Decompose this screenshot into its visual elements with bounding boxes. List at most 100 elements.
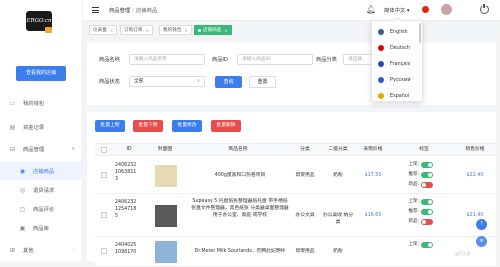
language-option[interactable]: Русский [378,75,411,85]
batch-list-button[interactable]: 批量上架 [95,120,125,132]
active-dot-icon [198,28,201,32]
cell-subcategory: 办公桌收 纳分类 [322,212,354,225]
menu-toggle-icon[interactable] [92,7,99,13]
bell-icon[interactable]: 🔔︎ [366,5,376,15]
batch-delete-button[interactable]: 批量删除 [211,120,241,132]
language-option-label: Français [390,61,411,67]
comment-icon: ▢ [19,205,26,213]
status-select[interactable]: 全部 ∨ [129,76,205,87]
help-button[interactable]: ? [476,219,487,230]
query-button[interactable]: 查询 [215,76,242,88]
filter-panel: 商品名称 请输入商品名称 商品ID 请输入商品ID 商品分类 请选择 商品状态 … [87,43,496,105]
cell-sale-price: $21.40 [466,212,484,218]
sidebar-item-label: 商品库 [33,226,49,232]
batch-edit-button[interactable]: 批量修改 [172,120,202,132]
view-my-shop-button[interactable]: 查看我的店铺 [16,66,66,81]
sidebar-item-0[interactable]: ▭ 我的钱包 [0,94,83,112]
sidebar-item-label: 资金记录 [23,125,45,131]
wallet-icon: ▭ [9,99,16,107]
sidebar-item-3[interactable]: ◉ 店铺商品 [0,162,83,180]
tag-toggle[interactable] [421,171,433,178]
watermark: @IT之家 [455,251,471,256]
tag-toggle[interactable] [421,198,433,205]
flag-icon [378,61,384,67]
tab-label: 仪表盘 [93,28,107,33]
tag-label: 新品: [408,182,419,187]
table-row[interactable]: 2404025 1098170 Dr.Meter Milk Sourlands、奈… [95,237,496,267]
sidebar-item-label: 店铺商品 [33,169,55,175]
category-label: 商品分类 [316,57,337,63]
language-option[interactable]: Français [378,59,410,69]
language-label: 简体中文 [384,8,406,14]
row-checkbox[interactable] [101,211,107,218]
sidebar-item-6[interactable]: ▣ 商品库 [0,219,83,237]
tab-dashboard[interactable]: 仪表盘 × [89,25,118,35]
chat-button[interactable]: ≡ [476,236,487,247]
language-selector[interactable]: 简体中文 ▾ [384,6,410,14]
tab-shop-goods[interactable]: 店铺商品 × [194,25,232,35]
breadcrumb: 商品管理 / 店铺商品 [109,6,157,14]
language-option[interactable]: English [378,27,408,37]
cell-name[interactable]: Supeasy 5 托盘纸张整理器纸托盘 带手柄纸张盘文件整理器，黑色纸张 分类… [191,198,289,219]
name-input[interactable]: 请输入商品名称 [129,54,205,65]
sidebar-item-label: 商品评论 [33,207,55,213]
breadcrumb-parent[interactable]: 商品管理 [109,8,130,14]
flag-icon [378,77,384,83]
cell-cost-price: $17.50 [364,172,382,178]
table-row[interactable]: 2406232 1063811 3 400g量家和口热卷项目 母婴用品 奶粉 $17.5… [95,157,496,194]
dropdown-scrollbar[interactable] [419,23,421,43]
sidebar-item-7[interactable]: ⊞ 其他 › [0,241,83,259]
tag-toggle[interactable] [421,241,433,248]
cell-subcategory: 奶粉 [333,249,343,254]
chevron-down-icon: ▾ [406,8,410,14]
tag-toggle[interactable] [421,181,433,188]
tag-toggle[interactable] [421,218,433,225]
reset-button[interactable]: 重置 [249,76,276,88]
cell-name[interactable]: 400g量家和口热卷项目 [191,172,289,179]
chevron-down-icon: ∨ [196,79,200,84]
col-name: 商品名称 [228,147,248,152]
table-row[interactable]: 2406232 1254718 5 Supeasy 5 托盘纸张整理器纸托盘 带手… [95,194,496,237]
row-checkbox[interactable] [101,171,107,178]
status-label: 商品状态 [99,79,120,85]
sidebar-item-4[interactable]: ◎ 退货请求 [0,181,83,199]
sidebar-item-1[interactable]: ▤ 资金记录 [0,118,83,136]
status-value: 全部 [134,79,144,84]
name-label: 商品名称 [99,57,120,63]
language-option-label: Español [390,93,410,99]
tag-toggle[interactable] [421,161,433,168]
language-option[interactable]: Deutsch [378,43,410,53]
sidebar-item-2[interactable]: ⊟ 商品管理 ∨ [0,140,83,158]
language-option[interactable]: Español [378,91,409,101]
breadcrumb-separator: / [132,8,134,14]
batch-delist-button[interactable]: 批量下架 [133,120,163,132]
product-image[interactable] [155,164,177,187]
table-header: ID 封面图 商品名称 分类 二级分类 采购价格 标签 销售价格 [95,143,496,156]
close-icon[interactable]: × [110,28,114,33]
china-flag-icon[interactable] [422,6,429,13]
tag-toggle[interactable] [421,208,433,215]
col-tags: 标签 [419,147,429,152]
row-checkbox[interactable] [101,248,107,254]
tab-label: 我的钱包 [163,28,182,33]
col-category: 分类 [300,147,310,152]
tab-orders[interactable]: 订购订单 × [120,25,153,35]
tab-wallet[interactable]: 我的钱包 × [159,25,192,35]
sidebar-item-label: 商品管理 [23,147,45,153]
sidebar-item-5[interactable]: ▢ 商品评论 [0,200,83,218]
close-icon[interactable]: × [184,28,188,33]
sidebar-item-label: 其他 [23,248,34,254]
close-icon[interactable]: × [145,28,149,33]
tab-bar: 仪表盘 × 订购订单 × 我的钱包 × 店铺商品 × [83,22,500,37]
language-option-label: Deutsch [390,45,411,51]
id-input[interactable]: 请输入商品ID [237,54,313,65]
cell-name[interactable]: Dr.Meter Milk Sourlands、奈腾此妃明呼 [191,248,289,255]
power-icon[interactable] [480,4,489,14]
product-image[interactable] [155,204,177,227]
product-image[interactable] [155,241,177,263]
select-all-checkbox[interactable] [101,147,107,153]
tab-label: 订购订单 [124,28,143,33]
logo-badge [45,27,52,33]
close-icon[interactable]: × [224,28,228,33]
avatar[interactable] [441,4,452,15]
